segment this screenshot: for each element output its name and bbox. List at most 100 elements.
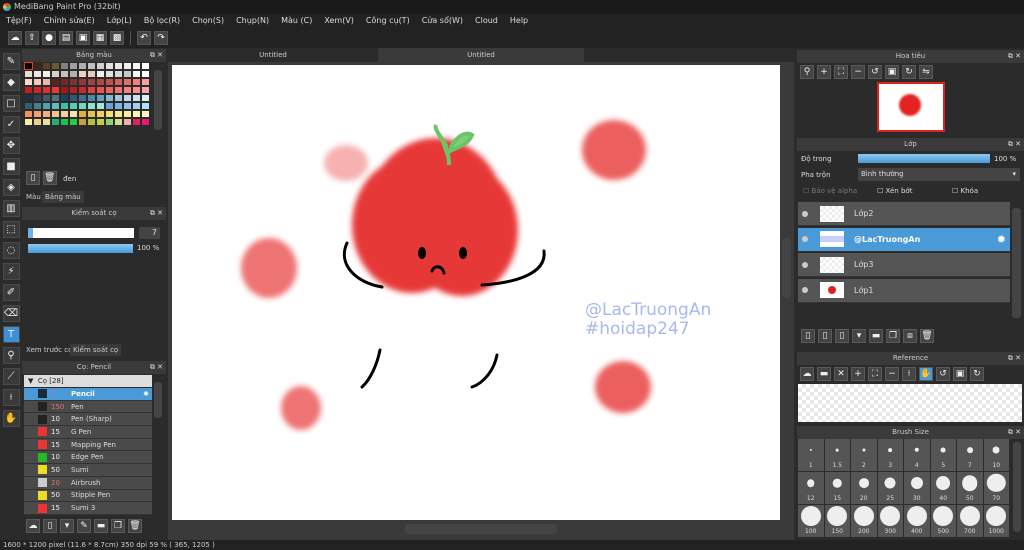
delete-color-icon[interactable]: 🗑 (42, 171, 57, 185)
tab-brush-control[interactable]: Kiểm soát cọ (70, 344, 122, 356)
color-swatch[interactable] (24, 62, 33, 70)
protect-alpha-checkbox[interactable]: ☐ Bảo vệ alpha (803, 187, 857, 195)
brush-size-option[interactable]: 2 (851, 439, 877, 471)
tab-document-1[interactable]: Untitled (168, 48, 378, 62)
color-swatch[interactable] (141, 118, 150, 126)
color-swatch[interactable] (105, 94, 114, 102)
hand-icon[interactable]: ✋ (919, 367, 933, 381)
zoom-out-icon[interactable]: − (851, 65, 865, 79)
brush-size-option[interactable]: 12 (798, 472, 824, 504)
undo-icon[interactable]: ↶ (137, 31, 151, 45)
brush-size-option[interactable]: 50 (957, 472, 983, 504)
duplicate-icon[interactable]: ❐ (111, 519, 125, 533)
color-swatch[interactable] (24, 102, 33, 110)
color-swatch[interactable] (132, 118, 141, 126)
clipping-checkbox[interactable]: ☐ Xén bớt (877, 187, 912, 195)
color-swatch[interactable] (87, 86, 96, 94)
brush-item[interactable]: 150 Pen (24, 400, 152, 414)
menu-item[interactable]: Chọn(S) (186, 14, 230, 28)
brush-group[interactable]: ▼ Cọ [28] (24, 375, 152, 387)
grid-icon[interactable]: ▩ (110, 31, 124, 45)
color-swatch[interactable] (123, 110, 132, 118)
color-swatch[interactable] (87, 78, 96, 86)
color-swatch[interactable] (33, 86, 42, 94)
fit-icon[interactable]: ⛶ (868, 367, 882, 381)
reference-view[interactable] (798, 384, 1022, 422)
color-palette[interactable] (24, 62, 150, 126)
color-swatch[interactable] (42, 94, 51, 102)
menu-item[interactable]: Bộ lọc(R) (138, 14, 186, 28)
layer-item[interactable]: Lớp3 (798, 253, 1010, 277)
cloud-icon[interactable]: ☁ (8, 31, 22, 45)
color-swatch[interactable] (60, 110, 69, 118)
merge-layer-icon[interactable]: ⧈ (903, 329, 917, 343)
brush-size-option[interactable]: 4 (904, 439, 930, 471)
flip-icon[interactable]: ⇋ (919, 65, 933, 79)
color-swatch[interactable] (42, 86, 51, 94)
color-swatch[interactable] (69, 78, 78, 86)
cloud-icon[interactable]: ☁ (800, 367, 814, 381)
color-swatch[interactable] (42, 78, 51, 86)
zoom-in-icon[interactable]: + (851, 367, 865, 381)
dot-tool-icon[interactable]: □ (2, 95, 20, 112)
color-swatch[interactable] (33, 102, 42, 110)
color-swatch[interactable] (123, 94, 132, 102)
color-swatch[interactable] (60, 94, 69, 102)
add-layer-menu-icon[interactable]: ▾ (852, 329, 866, 343)
color-swatch[interactable] (132, 78, 141, 86)
brush-item[interactable]: 15 G Pen (24, 426, 152, 439)
color-swatch[interactable] (96, 94, 105, 102)
brush-item[interactable]: 50 Sumi (24, 464, 152, 477)
new-layer-icon[interactable]: ▯ (801, 329, 815, 343)
layer-item[interactable]: Lớp1 (798, 278, 1010, 303)
color-swatch[interactable] (87, 70, 96, 78)
color-swatch[interactable] (60, 62, 69, 70)
color-swatch[interactable] (114, 118, 123, 126)
comment-icon[interactable]: ● (42, 31, 56, 45)
color-swatch[interactable] (132, 94, 141, 102)
color-swatch[interactable] (51, 86, 60, 94)
color-swatch[interactable] (87, 118, 96, 126)
eye-icon[interactable] (802, 287, 808, 293)
close-image-icon[interactable]: ✕ (834, 367, 848, 381)
color-swatch[interactable] (33, 94, 42, 102)
brush-size-option[interactable]: 700 (957, 505, 983, 537)
layer-item[interactable]: Lớp2 (798, 202, 1010, 226)
palette-scrollbar[interactable] (154, 70, 162, 130)
color-swatch[interactable] (96, 110, 105, 118)
color-swatch[interactable] (60, 86, 69, 94)
zoom-out-icon[interactable]: − (885, 367, 899, 381)
brush-size-slider[interactable] (28, 228, 134, 238)
color-swatch[interactable] (24, 78, 33, 86)
color-swatch[interactable] (105, 110, 114, 118)
color-swatch[interactable] (114, 62, 123, 70)
select-eraser-icon[interactable]: ⌫ (2, 305, 20, 322)
brush-size-scrollbar[interactable] (1013, 442, 1021, 532)
brush-size-option[interactable]: 1000 (983, 505, 1009, 537)
color-swatch[interactable] (78, 78, 87, 86)
new-1bit-layer-icon[interactable]: ▯ (835, 329, 849, 343)
brush-size-option[interactable]: 10 (983, 439, 1009, 471)
color-swatch[interactable] (132, 70, 141, 78)
brush-scrollbar[interactable] (154, 382, 162, 418)
color-swatch[interactable] (87, 94, 96, 102)
brush-size-option[interactable]: 400 (904, 505, 930, 537)
color-swatch[interactable] (114, 70, 123, 78)
tab-document-2[interactable]: Untitled (378, 48, 584, 62)
color-swatch[interactable] (51, 94, 60, 102)
close-icon[interactable]: ⧉ ✕ (1008, 50, 1021, 63)
brush-size-option[interactable]: 100 (798, 505, 824, 537)
brush-item[interactable]: 50 Stipple Pen (24, 489, 152, 503)
color-swatch[interactable] (87, 110, 96, 118)
color-swatch[interactable] (105, 118, 114, 126)
color-swatch[interactable] (51, 70, 60, 78)
color-swatch[interactable] (60, 70, 69, 78)
color-swatch[interactable] (33, 78, 42, 86)
close-icon[interactable]: ⧉ ✕ (1008, 352, 1021, 365)
eye-icon[interactable] (802, 236, 808, 242)
color-swatch[interactable] (96, 62, 105, 70)
tab-brush-preview[interactable]: Xem trước cọ (23, 344, 75, 356)
color-swatch[interactable] (114, 110, 123, 118)
magic-wand-icon[interactable]: ⚡ (2, 263, 20, 280)
eraser-tool-icon[interactable]: ◆ (2, 74, 20, 91)
